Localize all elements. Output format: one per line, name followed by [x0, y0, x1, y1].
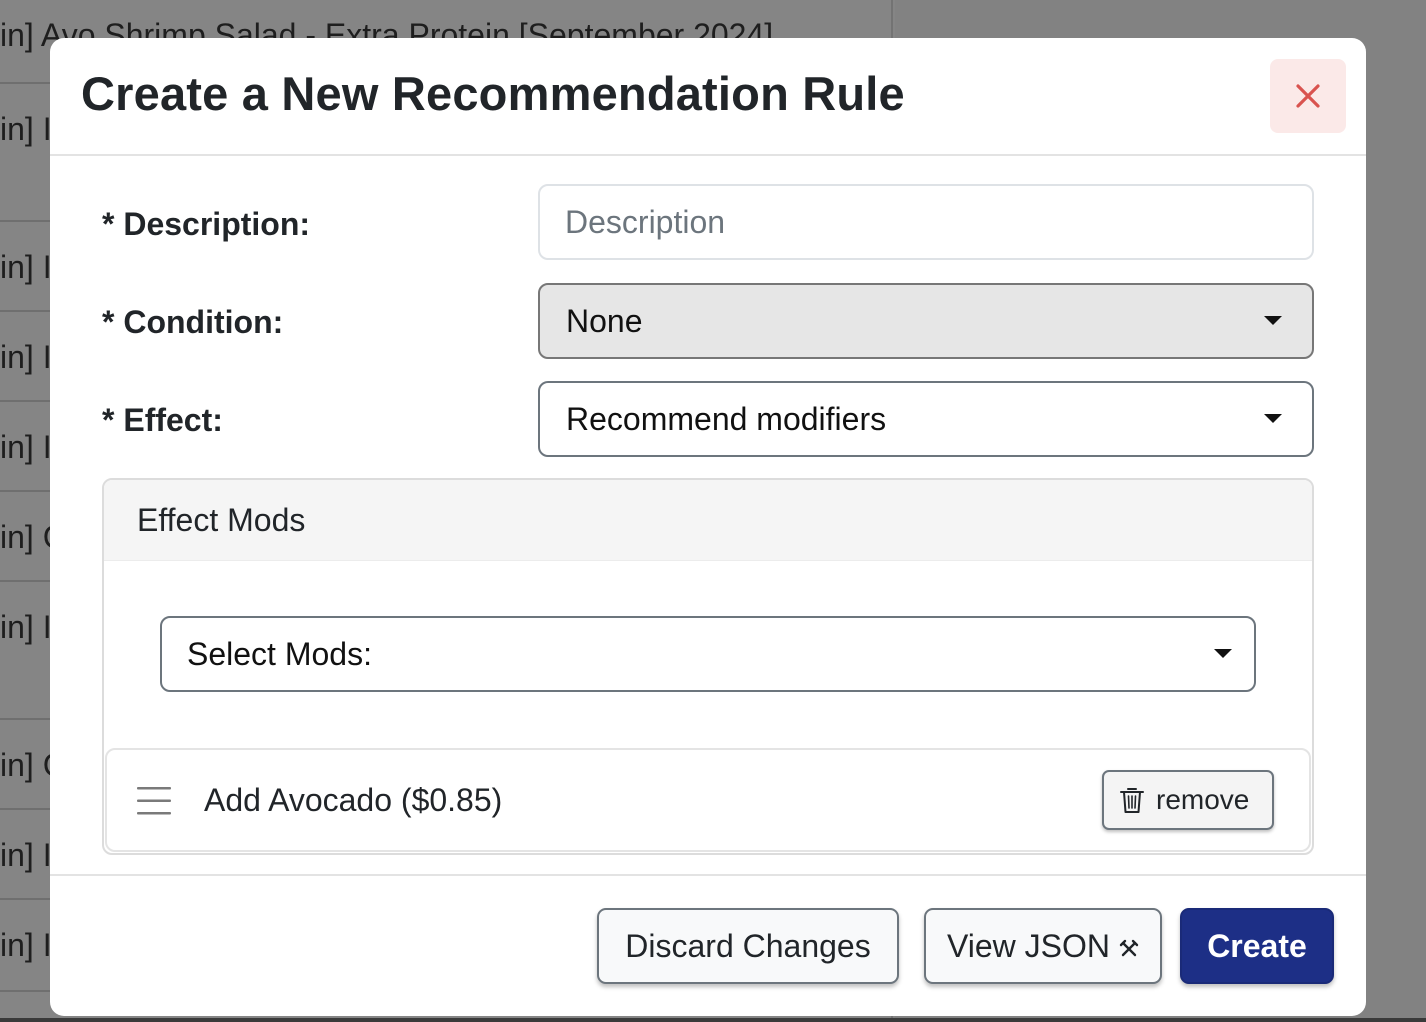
mod-label: Add Avocado ($0.85) — [204, 782, 503, 818]
row-text: in] I — [0, 429, 52, 465]
description-input[interactable] — [538, 184, 1314, 260]
discard-changes-button[interactable]: Discard Changes — [597, 908, 899, 984]
trash-icon — [1120, 788, 1144, 813]
effect-label: * Effect: — [102, 402, 223, 438]
chevron-down-icon — [1264, 316, 1282, 325]
view-json-label: View JSON — [946, 927, 1110, 964]
mod-list-item: Add Avocado ($0.85) remove — [105, 748, 1311, 852]
select-mods-dropdown[interactable]: Select Mods: — [160, 616, 1256, 692]
condition-select[interactable]: None — [538, 283, 1314, 359]
row-text: in] I — [0, 927, 52, 963]
modal-footer: Discard Changes View JSON Create — [50, 874, 1366, 1016]
view-json-button[interactable]: View JSON — [924, 908, 1162, 984]
close-button[interactable] — [1270, 59, 1346, 133]
modal-header: Create a New Recommendation Rule — [50, 38, 1366, 156]
select-mods-placeholder: Select Mods: — [187, 635, 372, 672]
row-text: in] I — [0, 339, 52, 375]
create-rule-modal: Create a New Recommendation Rule * Descr… — [50, 38, 1366, 1016]
discard-label: Discard Changes — [625, 927, 871, 964]
row-text: in] I — [0, 111, 52, 147]
row-text: in] I — [0, 249, 52, 285]
modal-title: Create a New Recommendation Rule — [81, 67, 905, 120]
effect-mods-card: Effect Mods Select Mods: Add Avocado ($0… — [102, 478, 1314, 855]
effect-select[interactable]: Recommend modifiers — [538, 381, 1314, 457]
drag-handle-icon[interactable] — [137, 786, 171, 816]
close-icon — [1296, 84, 1320, 108]
hammer-wrench-icon — [1119, 939, 1139, 957]
row-text: in] I — [0, 609, 52, 645]
effect-value: Recommend modifiers — [566, 400, 887, 437]
description-label: * Description: — [102, 206, 311, 242]
background-divider — [0, 1018, 1426, 1022]
remove-mod-button[interactable]: remove — [1102, 770, 1274, 830]
remove-label: remove — [1156, 784, 1250, 815]
chevron-down-icon — [1214, 649, 1232, 658]
row-text: in] I — [0, 837, 52, 873]
effect-mods-header: Effect Mods — [104, 480, 1312, 561]
condition-label: * Condition: — [102, 304, 284, 340]
chevron-down-icon — [1264, 414, 1282, 423]
condition-value: None — [566, 302, 643, 339]
create-button[interactable]: Create — [1180, 908, 1334, 984]
create-label: Create — [1207, 927, 1307, 964]
